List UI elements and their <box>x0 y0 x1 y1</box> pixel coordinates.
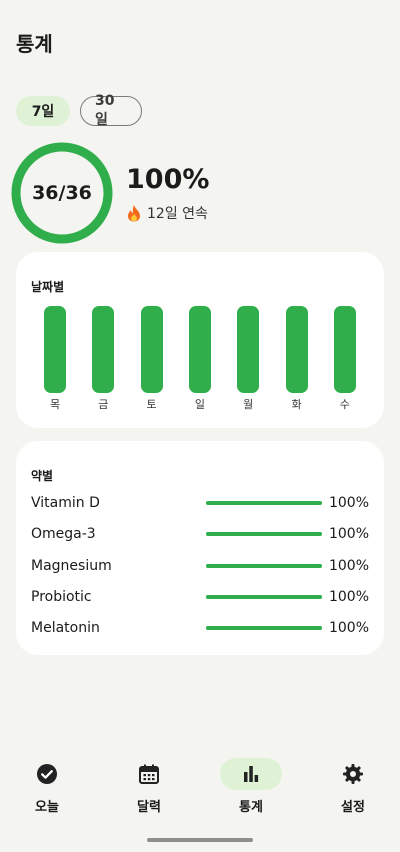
med-progress-track <box>206 626 322 631</box>
day-bar <box>92 306 115 393</box>
med-progress-track <box>206 501 322 505</box>
nav-settings-pill <box>322 758 384 790</box>
day-label: 토 <box>146 398 157 411</box>
adherence-percent: 100% <box>126 164 210 195</box>
page-title: 통계 <box>16 32 53 56</box>
med-progress-track <box>206 532 322 537</box>
med-progress-track <box>206 563 322 568</box>
med-progress-fill <box>206 563 322 568</box>
day-bar <box>140 306 163 393</box>
med-row: Melatonin 100% <box>31 618 369 638</box>
med-name: Omega-3 <box>31 526 96 543</box>
med-progress-fill <box>206 626 322 631</box>
nav-stats-pill <box>220 758 282 790</box>
med-name: Vitamin D <box>31 495 100 511</box>
med-progress-track <box>206 594 322 599</box>
fire-icon <box>128 205 140 222</box>
med-name: Melatonin <box>31 620 100 637</box>
tab-7-days[interactable]: 7일 <box>16 96 70 126</box>
by-med-title: 약별 <box>31 469 54 483</box>
day-bar-column: 수 <box>333 306 356 411</box>
day-label: 월 <box>243 398 254 411</box>
nav-calendar-pill <box>118 758 180 790</box>
bar-chart-icon <box>244 766 259 782</box>
nav-stats-label: 통계 <box>239 800 263 815</box>
day-label: 금 <box>98 398 109 411</box>
day-label: 수 <box>339 398 350 411</box>
day-bar-column: 월 <box>237 306 260 411</box>
day-bar <box>333 306 356 393</box>
med-percent: 100% <box>328 495 369 511</box>
range-tabs: 7일 30일 <box>16 93 142 128</box>
med-progress-fill <box>206 594 322 599</box>
med-percent: 100% <box>328 620 369 637</box>
nav-calendar[interactable]: 달력 <box>109 758 189 815</box>
med-progress-fill <box>206 501 322 505</box>
med-row: Probiotic 100% <box>31 587 369 607</box>
nav-today-label: 오늘 <box>35 800 59 815</box>
streak-info: 12일 연속 <box>126 203 208 223</box>
gear-icon <box>343 764 363 784</box>
day-label: 목 <box>49 398 61 411</box>
by-date-card: 날짜별 목 금 토 일 월 화 수 <box>16 252 384 428</box>
nav-today-pill <box>16 758 78 790</box>
med-row: Vitamin D 100% <box>31 493 369 513</box>
day-bar-column: 금 <box>92 306 115 411</box>
taken-count: 36/36 <box>32 182 92 204</box>
home-indicator[interactable] <box>147 838 253 842</box>
med-percent: 100% <box>328 588 369 605</box>
nav-settings[interactable]: 설정 <box>313 758 393 815</box>
by-date-title: 날짜별 <box>31 280 65 294</box>
bottom-nav: 오늘 달력 통계 설정 <box>0 752 400 832</box>
daily-bars: 목금토일월화수 <box>44 306 356 411</box>
check-circle-icon <box>37 764 57 784</box>
med-percent: 100% <box>328 526 369 543</box>
med-name: Probiotic <box>31 588 92 605</box>
med-percent: 100% <box>328 557 369 574</box>
streak-text: 12일 연속 <box>147 206 208 222</box>
day-bar <box>188 306 211 393</box>
nav-today[interactable]: 오늘 <box>7 758 87 815</box>
day-bar <box>44 306 66 393</box>
med-row: Omega-3 100% <box>31 524 369 544</box>
day-bar-column: 일 <box>188 306 211 411</box>
day-label: 화 <box>291 398 302 411</box>
nav-settings-label: 설정 <box>341 800 365 815</box>
by-med-card: 약별 Vitamin D 100% Omega-3 100% Magnesium 100%… <box>16 441 384 655</box>
day-bar <box>237 306 260 393</box>
day-bar <box>285 306 308 393</box>
day-bar-column: 토 <box>140 306 163 411</box>
adherence-ring: 36/36 <box>10 141 114 245</box>
nav-calendar-label: 달력 <box>137 800 161 815</box>
nav-stats[interactable]: 통계 <box>211 758 291 815</box>
calendar-icon <box>139 764 159 784</box>
med-name: Magnesium <box>31 557 112 574</box>
med-row: Magnesium 100% <box>31 556 369 576</box>
day-label: 일 <box>194 398 205 411</box>
tab-30-days[interactable]: 30일 <box>80 93 142 128</box>
day-bar-column: 목 <box>44 306 66 411</box>
med-progress-fill <box>206 532 322 537</box>
day-bar-column: 화 <box>285 306 308 411</box>
